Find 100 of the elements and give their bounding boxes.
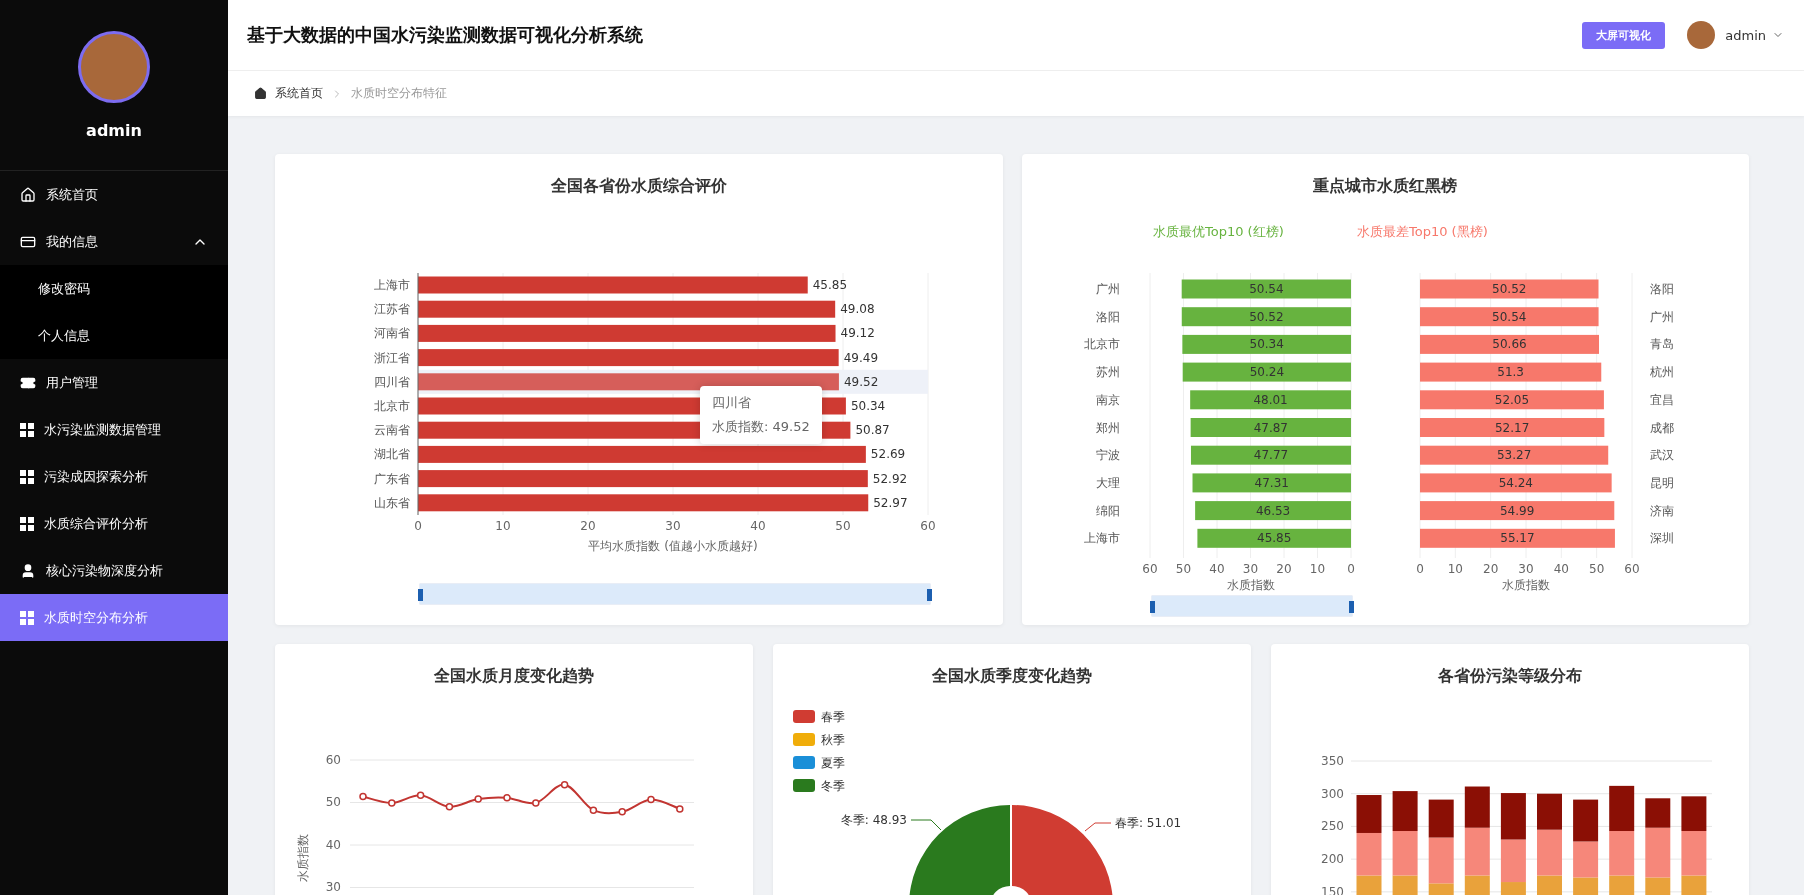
axis-title: 水质指数 — [296, 834, 310, 882]
sidebar-item[interactable]: 我的信息 — [0, 218, 228, 265]
value-label: 49.08 — [840, 302, 875, 317]
axis-label: 河南省 — [374, 326, 410, 341]
legend-label: 冬季 — [821, 779, 845, 793]
tick-label: 20 — [1275, 562, 1292, 576]
legend-label: 水质最差Top10 (黑榜) — [1356, 224, 1488, 239]
menu-label: 我的信息 — [46, 232, 99, 251]
value-label: 55.17 — [1499, 531, 1535, 546]
value-label: 49.49 — [843, 350, 878, 365]
sidebar-item[interactable]: 核心污染物深度分析 — [0, 547, 228, 594]
axis-label: 深圳 — [1649, 531, 1674, 546]
axis-label: 青岛 — [1649, 337, 1674, 352]
axis-label: 济南 — [1649, 503, 1674, 518]
axis-label: 浙江省 — [374, 350, 410, 365]
legend-label: 夏季 — [821, 756, 845, 770]
tick-label: 30 — [1517, 562, 1534, 576]
axis-label: 苏州 — [1095, 365, 1120, 380]
sidebar-item[interactable]: 水污染监测数据管理 — [0, 406, 228, 453]
tick-label: 250 — [1321, 819, 1344, 834]
submenu-item[interactable]: 个人信息 — [0, 312, 228, 359]
grid-icon — [20, 610, 34, 625]
home-icon — [254, 87, 267, 100]
value-label: 50.66 — [1491, 337, 1527, 352]
chart-title: 全国水质月度变化趋势 — [434, 665, 594, 687]
tick-label: 150 — [1321, 884, 1344, 895]
menu-label: 污染成因探索分析 — [44, 467, 149, 486]
axis-label: 宁波 — [1095, 448, 1120, 463]
data-point — [676, 805, 684, 813]
sidebar-item[interactable]: 污染成因探索分析 — [0, 453, 228, 500]
sidebar-item[interactable]: 水质时空分布分析 — [0, 594, 228, 641]
leader-line — [1084, 822, 1112, 832]
axis-label: 湖北省 — [374, 447, 410, 462]
data-point — [647, 795, 655, 804]
sidebar-item[interactable]: 用户管理 — [0, 359, 228, 406]
tooltip-title: 四川省 — [712, 394, 752, 412]
axis-label: 绵阳 — [1095, 503, 1120, 518]
data-point — [445, 803, 454, 811]
app-title: 基于大数据的中国水污染监测数据可视化分析系统 — [247, 23, 643, 47]
value-label: 45.85 — [812, 278, 848, 292]
axis-label: 郑州 — [1095, 420, 1120, 435]
tick-label: 60 — [1623, 562, 1640, 576]
axis-label: 广州 — [1649, 309, 1674, 324]
tick-label: 10 — [495, 519, 511, 533]
value-label: 52.69 — [870, 447, 906, 462]
axis-label: 四川省 — [374, 374, 410, 389]
value-label: 52.92 — [872, 471, 908, 486]
breadcrumb-link[interactable]: 系统首页 — [275, 85, 323, 102]
axis-label: 广州 — [1095, 282, 1120, 296]
value-label: 50.87 — [855, 423, 890, 438]
value-label: 47.31 — [1254, 475, 1289, 490]
value-label: 50.34 — [850, 399, 886, 413]
tooltip-value: 水质指数: 49.52 — [712, 418, 810, 436]
axis-label: 北京市 — [374, 399, 410, 413]
grid-icon — [20, 516, 34, 531]
tick-label: 40 — [1553, 562, 1569, 576]
menu-label: 水质综合评价分析 — [44, 514, 149, 533]
slider-handle[interactable] — [418, 589, 423, 601]
value-label: 50.52 — [1248, 309, 1284, 324]
value-label: 53.27 — [1496, 448, 1531, 463]
axis-label: 江苏省 — [374, 302, 410, 317]
axis-label: 洛阳 — [1649, 282, 1674, 296]
axis-label: 宜昌 — [1649, 392, 1674, 407]
slice-label: 冬季: 48.93 — [840, 813, 907, 827]
tick-label: 60 — [1141, 562, 1158, 576]
value-label: 50.54 — [1248, 282, 1284, 296]
value-label: 51.3 — [1496, 365, 1524, 380]
tick-label: 0 — [1346, 562, 1355, 576]
value-label: 50.52 — [1491, 282, 1526, 296]
axis-title: 平均水质指数 (值越小水质越好) — [588, 539, 758, 553]
axis-label: 杭州 — [1649, 365, 1674, 380]
slider-handle[interactable] — [1149, 601, 1155, 613]
legend-label: 秋季 — [821, 733, 845, 747]
tick-label: 50 — [325, 795, 341, 809]
axis-label: 上海市 — [1083, 531, 1120, 546]
tick-label: 0 — [414, 519, 422, 533]
big-screen-button[interactable]: 大屏可视化 — [1582, 21, 1666, 49]
sidebar-item[interactable]: 系统首页 — [0, 171, 228, 218]
slider-handle[interactable] — [1348, 601, 1354, 613]
tick-label: 20 — [580, 519, 596, 533]
slider-handle[interactable] — [927, 589, 932, 601]
user-name: admin — [86, 120, 142, 140]
value-label: 52.05 — [1494, 392, 1529, 407]
tick-label: 300 — [1321, 786, 1344, 801]
value-label: 49.52 — [843, 374, 879, 389]
data-point — [503, 794, 511, 802]
tick-label: 50 — [1588, 562, 1604, 576]
data-point — [416, 791, 425, 800]
axis-label: 上海市 — [374, 278, 410, 292]
submenu-item[interactable]: 修改密码 — [0, 265, 228, 312]
data-point — [532, 799, 540, 807]
sidebar-item[interactable]: 水质综合评价分析 — [0, 500, 228, 547]
value-label: 45.85 — [1256, 531, 1291, 546]
user-menu[interactable]: admin — [1725, 27, 1784, 43]
value-label: 50.24 — [1249, 365, 1284, 380]
axis-label: 北京市 — [1083, 337, 1120, 352]
axis-label: 山东省 — [374, 495, 410, 510]
value-label: 48.01 — [1252, 392, 1288, 407]
tick-label: 40 — [1208, 562, 1225, 576]
value-label: 52.97 — [873, 495, 908, 510]
